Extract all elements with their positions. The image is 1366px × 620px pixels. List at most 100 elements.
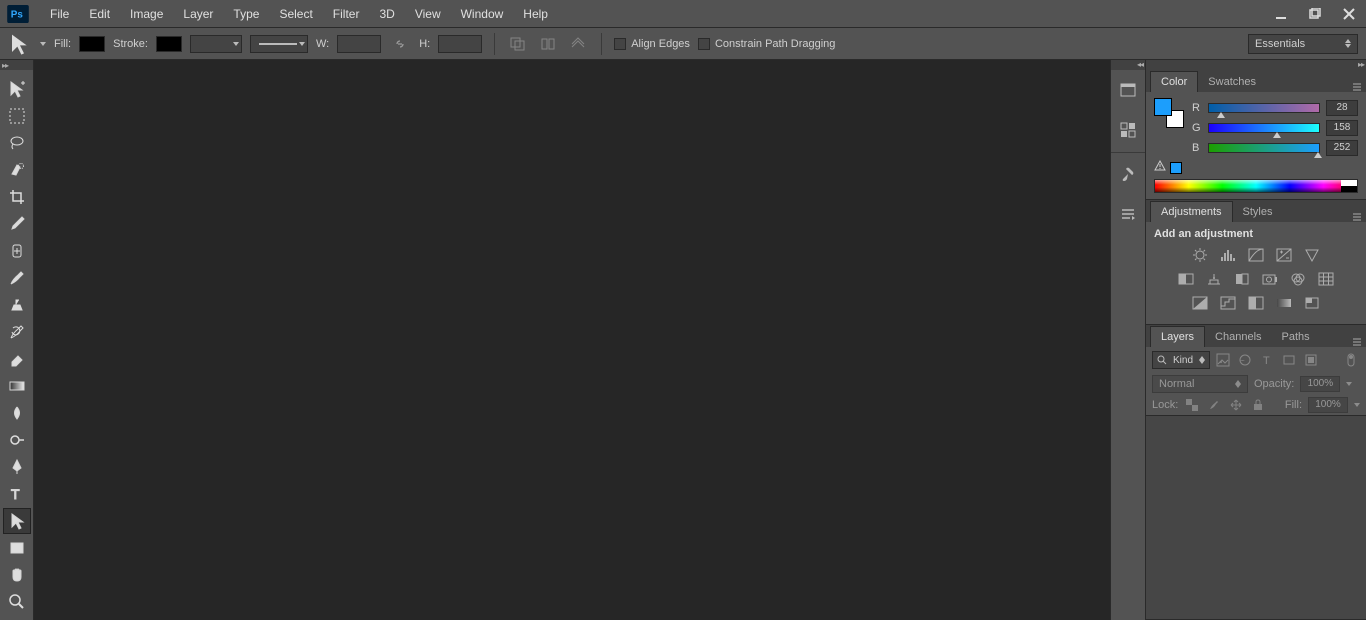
fill-swatch[interactable] [79,36,105,52]
crop-tool[interactable] [3,184,31,210]
tab-channels[interactable]: Channels [1205,327,1271,347]
dock-grip[interactable]: ◂◂ [1111,60,1145,70]
dodge-tool[interactable] [3,427,31,453]
height-field[interactable] [438,35,482,53]
path-arrange-icon[interactable] [567,34,589,54]
brushes-panel-icon[interactable] [1114,161,1142,189]
brightness-contrast-icon[interactable] [1190,246,1210,264]
layer-filter-kind[interactable]: Kind [1152,351,1210,369]
levels-icon[interactable] [1218,246,1238,264]
lock-all-icon[interactable] [1250,397,1266,413]
filter-shape-icon[interactable] [1280,351,1298,369]
opacity-dropdown-icon[interactable] [1346,382,1352,386]
pen-tool[interactable] [3,454,31,480]
tab-layers[interactable]: Layers [1150,326,1205,347]
filter-type-icon[interactable]: T [1258,351,1276,369]
rectangle-tool[interactable] [3,535,31,561]
filter-toggle-switch[interactable] [1342,351,1360,369]
blend-mode-select[interactable]: Normal [1152,375,1248,393]
stroke-style-select[interactable] [250,35,308,53]
color-balance-icon[interactable] [1204,270,1224,288]
toolbox-grip[interactable]: ▸▸ [0,60,33,70]
panel-stack-grip[interactable]: ▸▸ [1146,60,1366,70]
tab-styles[interactable]: Styles [1233,202,1283,222]
lasso-tool[interactable] [3,130,31,156]
black-white-icon[interactable] [1232,270,1252,288]
gamut-warn-swatch[interactable] [1170,162,1182,174]
invert-icon[interactable] [1190,294,1210,312]
lock-pixels-icon[interactable] [1206,397,1222,413]
menu-3d[interactable]: 3D [369,7,404,21]
fill-opacity-field[interactable]: 100% [1308,397,1348,413]
gradient-tool[interactable] [3,373,31,399]
hue-sat-icon[interactable] [1176,270,1196,288]
filter-adjustment-icon[interactable] [1236,351,1254,369]
b-value[interactable]: 252 [1326,140,1358,156]
fg-bg-swatches[interactable] [1154,98,1184,128]
path-combine-icon[interactable] [507,34,529,54]
selective-color-icon[interactable] [1302,294,1322,312]
maximize-button[interactable] [1298,4,1332,24]
filter-pixel-icon[interactable] [1214,351,1232,369]
foreground-color-swatch[interactable] [1154,98,1172,116]
layers-list[interactable] [1146,415,1366,619]
menu-help[interactable]: Help [513,7,558,21]
menu-window[interactable]: Window [451,7,514,21]
curves-icon[interactable] [1246,246,1266,264]
menu-image[interactable]: Image [120,7,173,21]
lock-transparency-icon[interactable] [1184,397,1200,413]
current-tool-indicator[interactable] [8,32,32,56]
tool-preset-dropdown[interactable] [40,42,46,46]
workspace-switcher[interactable]: Essentials [1248,34,1358,54]
width-field[interactable] [337,35,381,53]
channel-mixer-icon[interactable] [1288,270,1308,288]
hand-tool[interactable] [3,562,31,588]
eraser-tool[interactable] [3,346,31,372]
filter-smart-icon[interactable] [1302,351,1320,369]
posterize-icon[interactable] [1218,294,1238,312]
stroke-width-select[interactable] [190,35,242,53]
vibrance-icon[interactable] [1302,246,1322,264]
opacity-field[interactable]: 100% [1300,376,1340,392]
align-edges-checkbox[interactable]: Align Edges [614,38,690,50]
fill-dropdown-icon[interactable] [1354,403,1360,407]
link-wh-icon[interactable] [389,34,411,54]
color-panel-menu-icon[interactable] [1350,82,1366,92]
layers-panel-menu-icon[interactable] [1350,337,1366,347]
menu-type[interactable]: Type [223,7,269,21]
menu-layer[interactable]: Layer [173,7,223,21]
r-value[interactable]: 28 [1326,100,1358,116]
threshold-icon[interactable] [1246,294,1266,312]
photo-filter-icon[interactable] [1260,270,1280,288]
marquee-tool[interactable] [3,103,31,129]
constrain-dragging-checkbox[interactable]: Constrain Path Dragging [698,38,835,50]
menu-select[interactable]: Select [269,7,322,21]
menu-file[interactable]: File [40,7,79,21]
clone-stamp-tool[interactable] [3,292,31,318]
color-lookup-icon[interactable] [1316,270,1336,288]
tab-paths[interactable]: Paths [1272,327,1320,347]
healing-brush-tool[interactable] [3,238,31,264]
stroke-swatch[interactable] [156,36,182,52]
brush-tool[interactable] [3,265,31,291]
history-panel-icon[interactable] [1114,76,1142,104]
properties-panel-icon[interactable] [1114,116,1142,144]
zoom-tool[interactable] [3,589,31,615]
menu-view[interactable]: View [405,7,451,21]
quick-select-tool[interactable] [3,157,31,183]
paragraph-panel-icon[interactable] [1114,201,1142,229]
adjustments-panel-menu-icon[interactable] [1350,212,1366,222]
g-slider[interactable] [1208,123,1320,133]
move-tool[interactable] [3,76,31,102]
color-ramp[interactable] [1154,179,1358,193]
tab-color[interactable]: Color [1150,71,1198,92]
eyedropper-tool[interactable] [3,211,31,237]
gradient-map-icon[interactable] [1274,294,1294,312]
r-slider[interactable] [1208,103,1320,113]
history-brush-tool[interactable] [3,319,31,345]
tab-adjustments[interactable]: Adjustments [1150,201,1233,222]
b-slider[interactable] [1208,143,1320,153]
exposure-icon[interactable] [1274,246,1294,264]
minimize-button[interactable] [1264,4,1298,24]
menu-filter[interactable]: Filter [323,7,370,21]
